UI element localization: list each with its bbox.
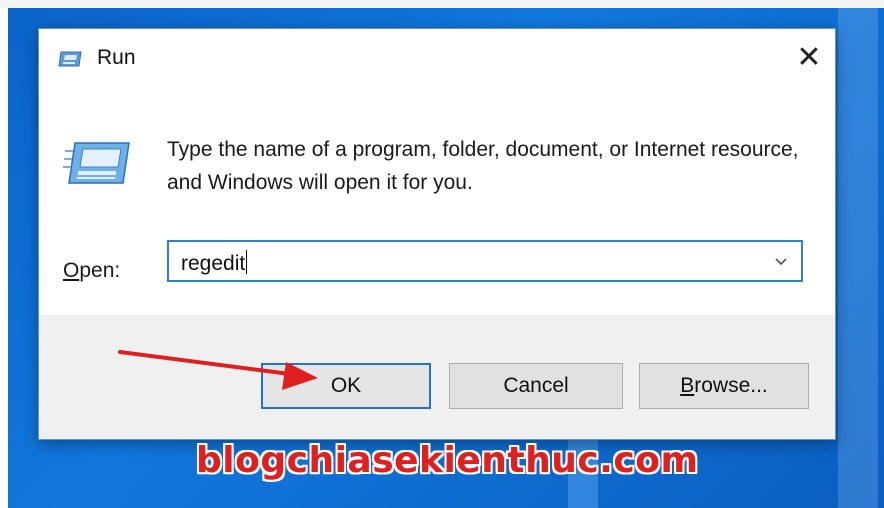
run-dialog: Run ✕ Type the name of a program, folder… — [38, 28, 836, 440]
window-title: Run — [97, 46, 136, 69]
ok-button-label: OK — [330, 374, 362, 397]
run-icon — [58, 51, 82, 67]
close-icon: ✕ — [796, 39, 822, 75]
watermark-text: blogchiasekienthuc.com — [196, 440, 699, 481]
close-button[interactable]: ✕ — [787, 37, 831, 77]
dialog-body: Type the name of a program, folder, docu… — [39, 85, 835, 315]
browse-button-label: Browse... — [680, 374, 768, 398]
open-combobox[interactable]: regedit — [167, 240, 803, 282]
chevron-down-icon — [775, 258, 787, 266]
open-label-accelerator: O — [63, 259, 80, 282]
open-label: Open: — [63, 259, 120, 283]
open-input[interactable]: regedit — [181, 250, 248, 276]
desktop-light-streak — [838, 8, 878, 508]
dropdown-button[interactable] — [765, 244, 797, 278]
browse-label-text: rowse... — [694, 374, 768, 397]
browse-button[interactable]: Browse... — [639, 363, 809, 409]
title-bar[interactable]: Run ✕ — [39, 29, 835, 85]
dialog-description: Type the name of a program, folder, docu… — [167, 138, 799, 194]
open-label-text: pen: — [79, 259, 121, 282]
dialog-footer: OK Cancel Browse... — [39, 315, 835, 439]
ok-button[interactable]: OK — [261, 363, 431, 409]
text-caret — [246, 250, 248, 274]
run-icon — [63, 142, 130, 184]
top-strip — [0, 0, 884, 8]
cancel-button-label: Cancel — [503, 374, 569, 397]
browse-accelerator: B — [680, 374, 695, 397]
open-input-value: regedit — [181, 252, 246, 275]
cancel-button[interactable]: Cancel — [449, 363, 623, 409]
